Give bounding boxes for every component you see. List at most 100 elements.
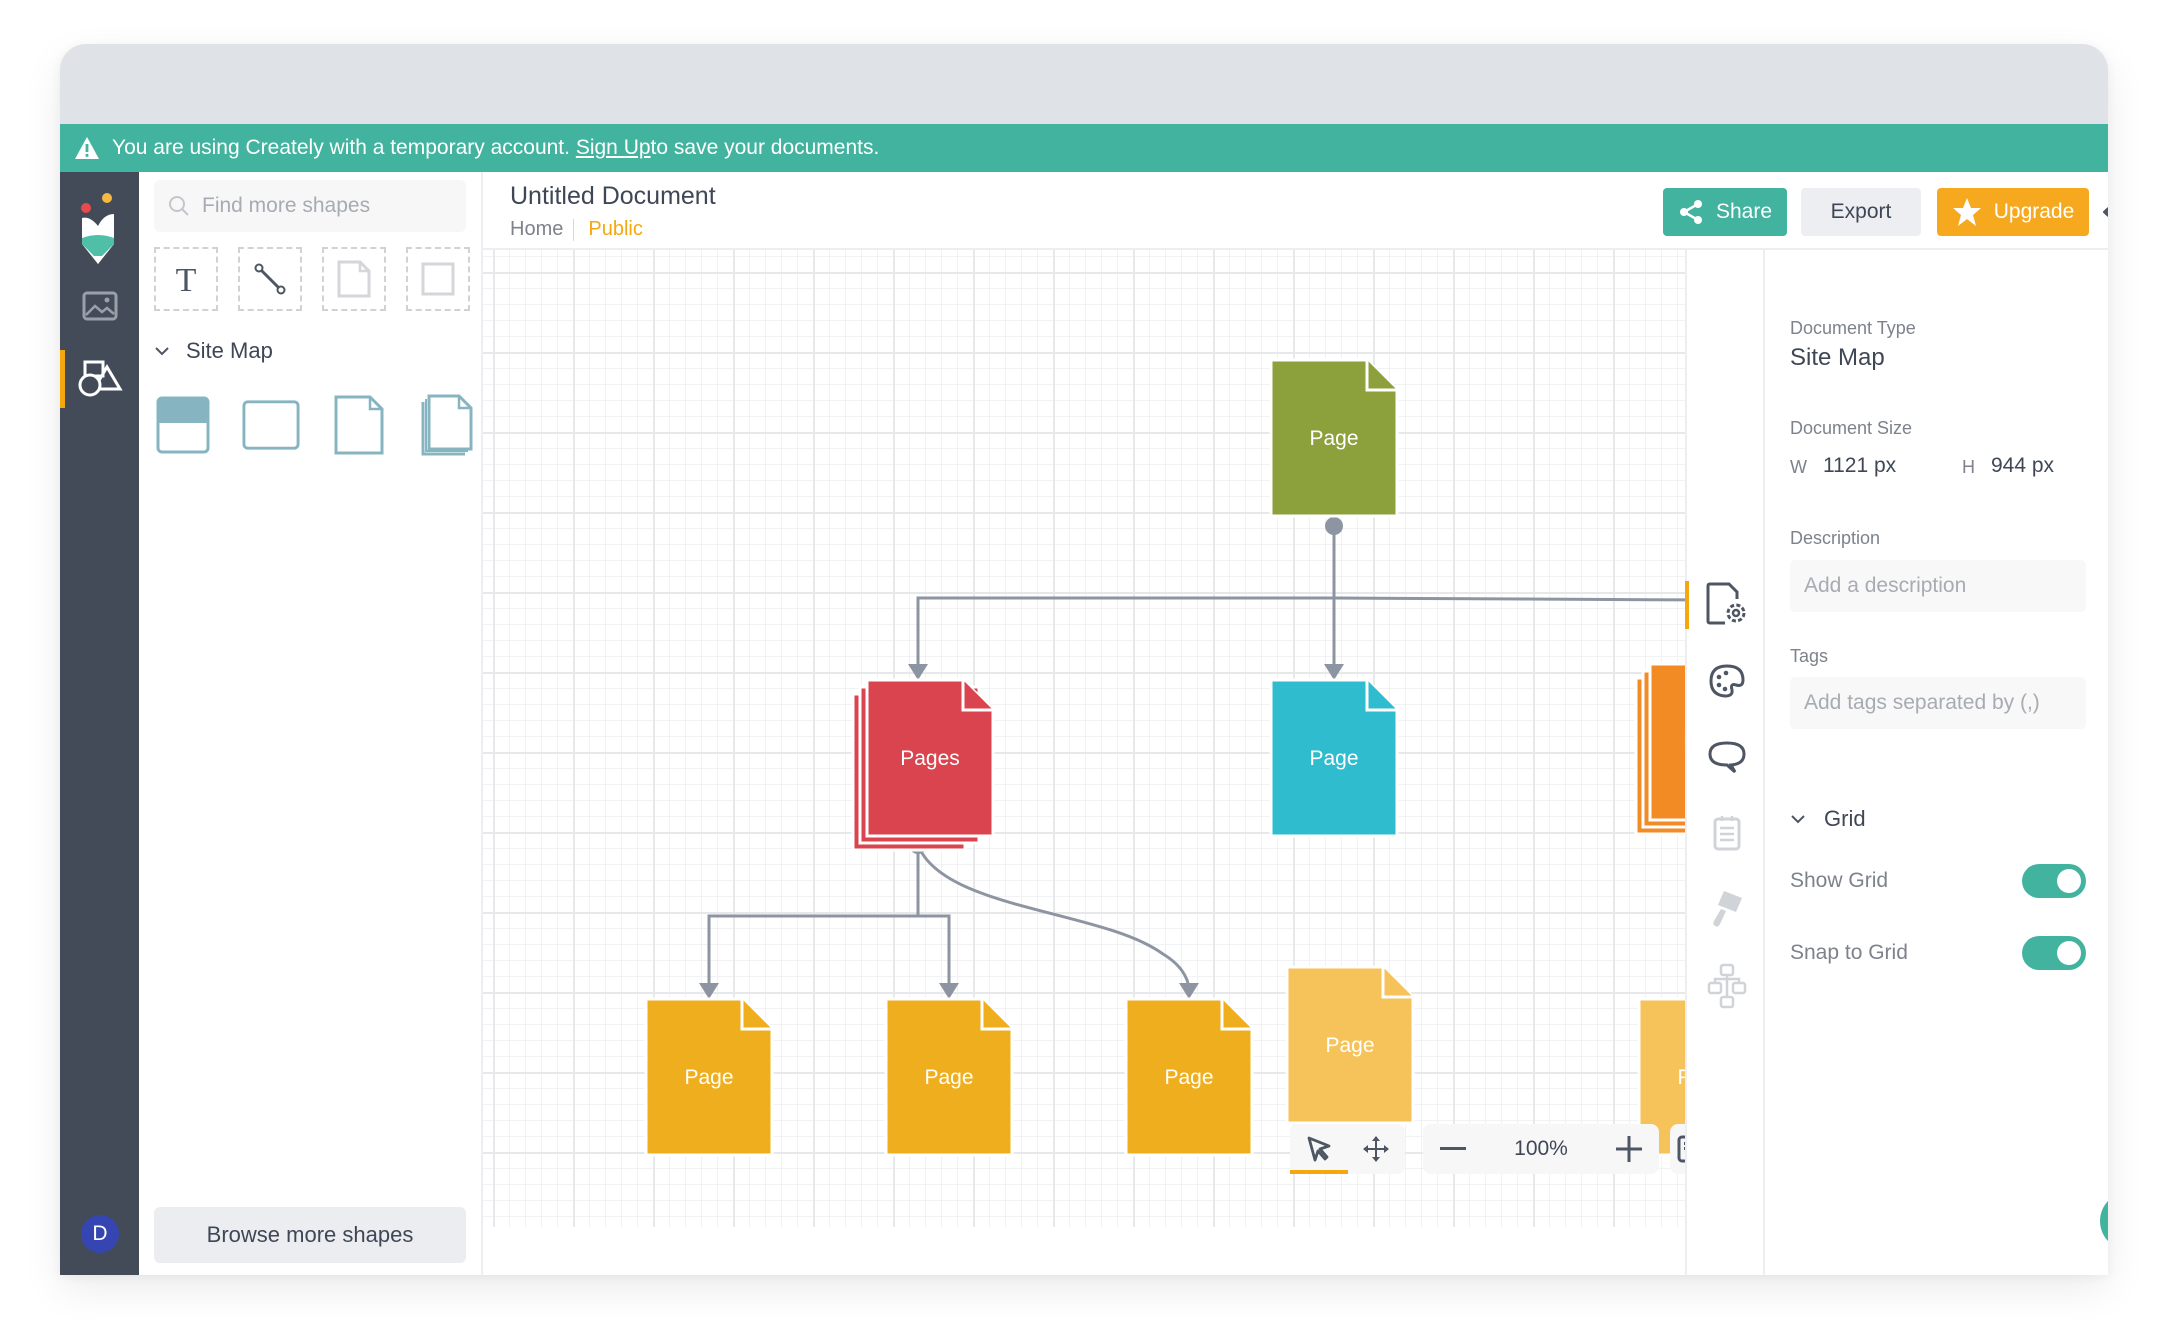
shape-search-input[interactable]: Find more shapes: [154, 180, 466, 232]
page-shape[interactable]: [330, 394, 388, 456]
arrowhead: [1324, 664, 1344, 680]
diagram-svg: Page Pages Page Pages Page Page Page Page Page: [644, 358, 1685, 1157]
diagram-node-page-cyan[interactable]: Page: [1269, 678, 1399, 838]
tags-input[interactable]: [1790, 677, 2086, 729]
section-title: Site Map: [186, 338, 273, 363]
minus-icon: [1440, 1147, 1466, 1150]
comment-icon: [1708, 741, 1746, 774]
notes-button[interactable]: [1703, 809, 1751, 857]
window-titlebar: [60, 44, 2108, 124]
document-type-value: Site Map: [1790, 344, 1885, 371]
document-size-label: Document Size: [1790, 418, 1913, 438]
node-label: Page: [1325, 1034, 1374, 1057]
diagram-node-pages-orange[interactable]: Pages: [1634, 662, 1685, 836]
site-map-section-toggle[interactable]: Site Map: [154, 338, 273, 364]
share-label: Share: [1715, 200, 1773, 223]
arrowhead: [908, 664, 928, 680]
text-tool[interactable]: T: [154, 247, 218, 311]
sign-up-link[interactable]: Sign Up: [576, 136, 651, 160]
breadcrumb-separator: [573, 218, 575, 241]
upgrade-button[interactable]: Upgrade: [1937, 188, 2089, 236]
show-grid-toggle[interactable]: [2022, 864, 2086, 898]
text-icon: T: [176, 262, 197, 297]
page-fold: [1381, 967, 1413, 999]
diagram-node-page-y3[interactable]: Page: [1124, 997, 1254, 1157]
document-settings-icon: [1706, 582, 1746, 625]
format-painter-button[interactable]: [1703, 886, 1751, 934]
multi-page-shape[interactable]: [418, 394, 476, 456]
rectangle-shape[interactable]: [242, 394, 300, 456]
sitemap-button[interactable]: [1703, 962, 1751, 1010]
warning-icon: [75, 137, 99, 159]
arrowhead: [699, 983, 719, 999]
notes-icon: [1713, 816, 1741, 851]
connector-red-to-page1[interactable]: [707, 845, 920, 983]
multi-page-shape-icon: [421, 394, 473, 456]
connector-root-to-red[interactable]: [916, 596, 1334, 664]
select-tool-button[interactable]: [1290, 1124, 1348, 1174]
page-fold: [1365, 360, 1397, 392]
diagram-node-page-ly1[interactable]: Page: [1285, 965, 1415, 1125]
description-input[interactable]: [1790, 560, 2086, 612]
snap-to-grid-toggle[interactable]: [2022, 936, 2086, 970]
connector-red-to-page2[interactable]: [918, 914, 951, 983]
rail-shapes-button[interactable]: [60, 350, 139, 408]
shapes-icon: [78, 360, 123, 397]
page-fold: [961, 680, 993, 712]
browse-more-shapes-button[interactable]: Browse more shapes: [154, 1207, 466, 1263]
document-settings-button[interactable]: [1703, 580, 1751, 628]
user-avatar[interactable]: D: [81, 1215, 119, 1253]
width-value[interactable]: 1121 px: [1823, 454, 1896, 478]
node-label: Page: [1309, 427, 1358, 450]
node-label: Page: [1164, 1066, 1213, 1089]
grid-section-title: Grid: [1824, 806, 1866, 831]
export-button[interactable]: Export: [1801, 188, 1921, 236]
connector-root-to-orange[interactable]: [1333, 596, 1685, 648]
document-type-label: Document Type: [1790, 318, 1916, 338]
diagram-node-page-y2[interactable]: Page: [884, 997, 1014, 1157]
diagram-canvas[interactable]: Page Pages Page Pages Page Page Page Page Page: [483, 250, 1685, 1275]
comments-button[interactable]: [1703, 733, 1751, 781]
arrowhead: [1179, 983, 1199, 999]
width-key: W: [1790, 457, 1807, 477]
document-title[interactable]: Untitled Document: [510, 182, 716, 211]
visibility-public[interactable]: Public: [588, 218, 642, 241]
chevron-down-icon: [1791, 815, 1805, 824]
preview-eye-icon[interactable]: [2103, 196, 2108, 228]
connector-red-to-page3[interactable]: [916, 844, 1190, 984]
diagram-node-page-y1[interactable]: Page: [644, 997, 774, 1157]
node-label: Page: [684, 1066, 733, 1089]
connector-tool[interactable]: [238, 247, 302, 311]
pan-tool-button[interactable]: [1348, 1124, 1406, 1174]
banner-suffix: to save your documents.: [650, 136, 880, 159]
node-label: Page: [924, 1066, 973, 1089]
site-map-shapes: [154, 394, 476, 456]
breadcrumb-home[interactable]: Home: [510, 218, 563, 241]
snap-to-grid-row: Snap to Grid: [1790, 936, 2086, 970]
theme-palette-button[interactable]: [1703, 657, 1751, 705]
move-icon: [1363, 1136, 1390, 1162]
rail-images-button[interactable]: [60, 277, 139, 335]
connectors: [699, 517, 1685, 999]
pointer-icon: [1307, 1136, 1331, 1162]
page-tool[interactable]: [322, 247, 386, 311]
show-grid-row: Show Grid: [1790, 864, 2086, 898]
image-icon: [82, 291, 117, 321]
height-value[interactable]: 944 px: [1991, 454, 2054, 478]
share-button[interactable]: Share: [1663, 188, 1787, 236]
zoom-out-button[interactable]: [1423, 1124, 1483, 1174]
document-properties-panel: Document Type Site Map Document Size W 1…: [1765, 250, 2108, 1275]
zoom-in-button[interactable]: [1599, 1124, 1659, 1174]
page-fold: [980, 999, 1012, 1031]
diagram-node-pages-red[interactable]: Pages: [851, 678, 995, 852]
zoom-level: 100%: [1514, 1137, 1568, 1160]
shapes-panel: Find more shapes T Site Map Browse more …: [139, 172, 483, 1275]
document-size: W 1121 px H 944 px: [1790, 454, 2108, 478]
header-page-shape[interactable]: [154, 394, 212, 456]
search-icon: [169, 196, 189, 216]
grid-section-toggle[interactable]: Grid: [1790, 806, 1866, 832]
rectangle-tool[interactable]: [406, 247, 470, 311]
left-rail: D: [60, 172, 139, 1275]
diagram-node-root[interactable]: Page: [1269, 358, 1399, 518]
basic-tools: T: [154, 247, 470, 311]
